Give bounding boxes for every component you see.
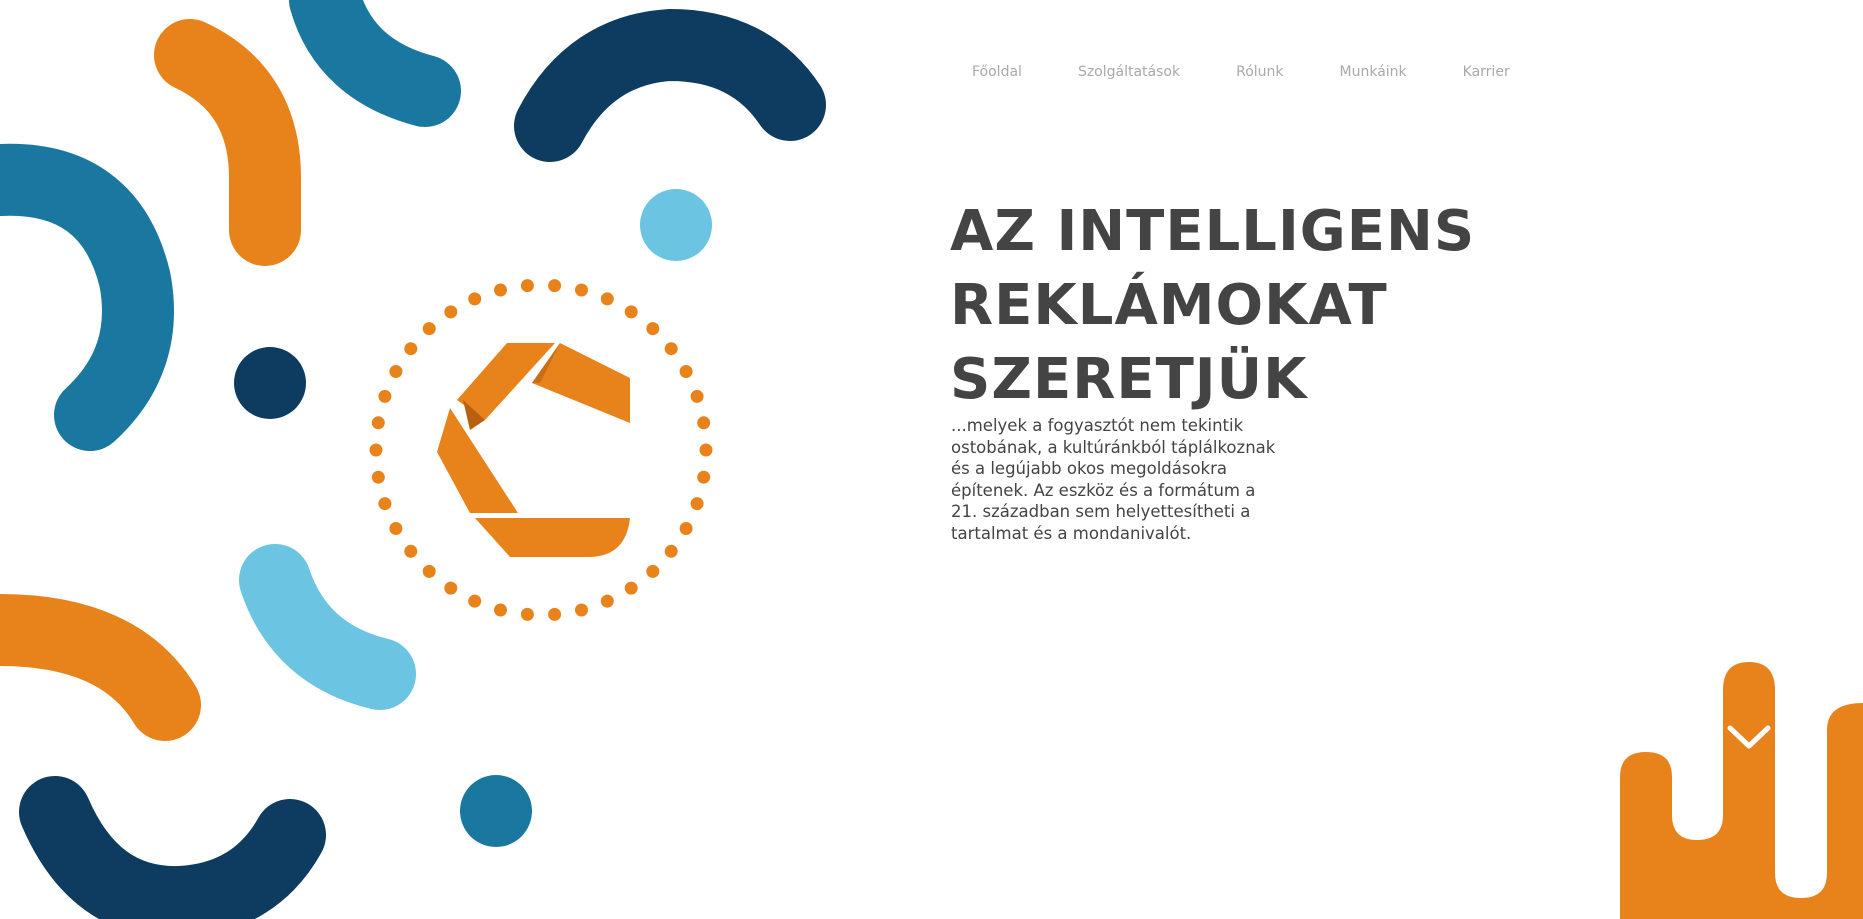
hero-title-line-3: SZERETJÜK bbox=[950, 347, 1308, 412]
ring-dot bbox=[422, 322, 436, 336]
ring-dot bbox=[679, 365, 693, 378]
nav-item-fooldal[interactable]: Főoldal bbox=[972, 62, 1022, 82]
deco-wave-orange bbox=[1620, 662, 1863, 919]
ring-dot bbox=[369, 443, 383, 457]
ring-dot bbox=[468, 292, 482, 306]
ring-dot bbox=[548, 279, 562, 293]
ring-dot bbox=[494, 603, 507, 617]
deco-arc-navy-bottom bbox=[19, 776, 326, 919]
ring-dot bbox=[575, 603, 588, 617]
ring-dot bbox=[444, 581, 458, 595]
ring-dot bbox=[548, 607, 562, 621]
deco-circle-navy bbox=[234, 347, 306, 419]
ring-dot bbox=[697, 470, 711, 484]
ring-dot bbox=[690, 389, 704, 403]
ring-dot bbox=[690, 497, 704, 511]
ring-dot bbox=[404, 544, 418, 558]
deco-arc-teal-top bbox=[289, 0, 461, 127]
ring-dot bbox=[646, 322, 660, 336]
chevron-down-icon bbox=[1727, 725, 1771, 749]
ring-dot bbox=[371, 470, 385, 484]
ring-dot bbox=[624, 581, 638, 595]
ring-dot bbox=[371, 416, 385, 430]
scroll-down-button[interactable] bbox=[1724, 712, 1774, 762]
ring-dot bbox=[378, 389, 392, 403]
ring-dot bbox=[389, 365, 403, 378]
dotted-ring bbox=[369, 279, 713, 621]
ring-dot bbox=[600, 594, 614, 608]
deco-arc-orange-bottom bbox=[0, 594, 201, 741]
ring-dot bbox=[389, 522, 403, 535]
nav-item-szolgaltatasok[interactable]: Szolgáltatások bbox=[1078, 62, 1180, 82]
ring-dot bbox=[600, 292, 614, 306]
deco-arc-navy-top bbox=[514, 8, 826, 162]
hero-description: ...melyek a fogyasztót nem tekintik osto… bbox=[951, 416, 1276, 543]
ring-dot bbox=[404, 342, 418, 356]
hero-title-line-1: AZ INTELLIGENS bbox=[950, 199, 1476, 264]
deco-arc-teal-left bbox=[0, 143, 174, 451]
nav-item-munkaink[interactable]: Munkáink bbox=[1340, 62, 1407, 82]
deco-circle-lightblue bbox=[640, 189, 712, 261]
nav-item-karrier[interactable]: Karrier bbox=[1463, 62, 1510, 82]
deco-arc-lightblue bbox=[239, 544, 416, 710]
deco-circle-teal bbox=[460, 775, 532, 847]
ring-dot bbox=[646, 564, 660, 578]
ring-dot bbox=[520, 279, 534, 293]
ring-dot bbox=[697, 416, 711, 430]
ring-dot bbox=[624, 305, 638, 319]
ring-dot bbox=[422, 564, 436, 578]
ring-dot bbox=[468, 594, 482, 608]
ring-dot bbox=[664, 544, 678, 558]
page: Főoldal Szolgáltatások Rólunk Munkáink K… bbox=[0, 0, 1863, 919]
ring-dot bbox=[494, 283, 507, 297]
ring-dot bbox=[378, 497, 392, 511]
hero-title-line-2: REKLÁMOKAT bbox=[950, 273, 1388, 338]
ring-dot bbox=[679, 522, 693, 535]
main-nav: Főoldal Szolgáltatások Rólunk Munkáink K… bbox=[972, 62, 1510, 82]
ring-dot bbox=[664, 342, 678, 356]
deco-arc-orange-top bbox=[154, 19, 301, 266]
decorative-background bbox=[0, 0, 1863, 919]
ring-dot bbox=[699, 443, 713, 457]
c-aperture-logo bbox=[437, 343, 630, 557]
nav-item-rolunk[interactable]: Rólunk bbox=[1236, 62, 1283, 82]
ring-dot bbox=[520, 607, 534, 621]
ring-dot bbox=[444, 305, 458, 319]
ring-dot bbox=[575, 283, 588, 297]
hero-title: AZ INTELLIGENS REKLÁMOKAT SZERETJÜK bbox=[950, 195, 1510, 417]
